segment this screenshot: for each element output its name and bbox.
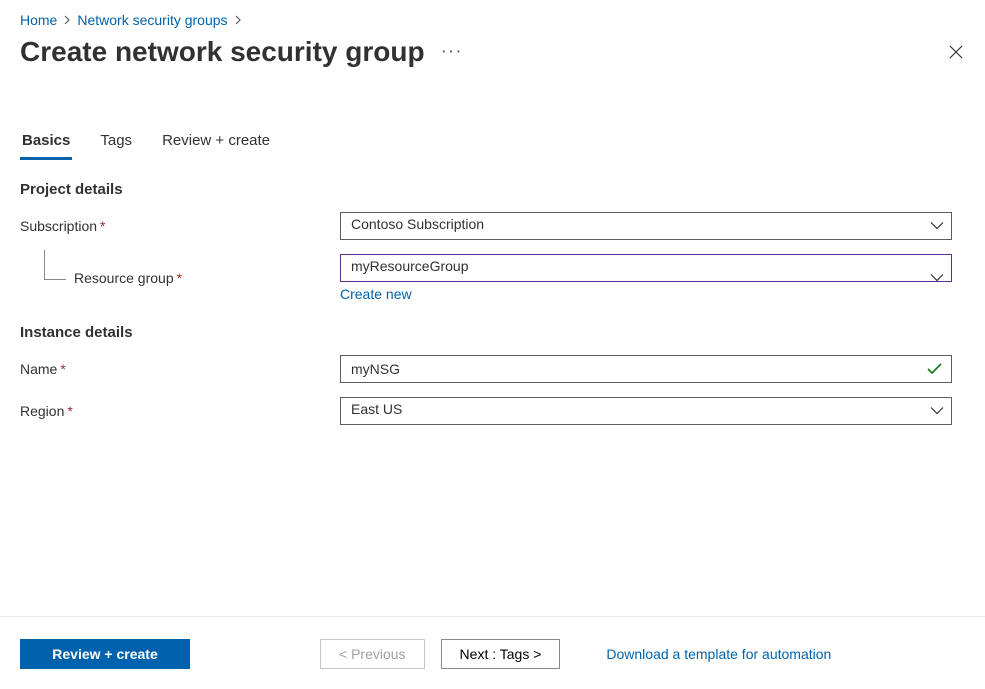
tab-tags[interactable]: Tags	[98, 124, 134, 159]
required-indicator: *	[60, 361, 65, 377]
section-title-instance: Instance details	[20, 324, 965, 341]
next-button[interactable]: Next : Tags >	[441, 639, 561, 669]
region-label: Region	[20, 403, 64, 419]
subscription-label: Subscription	[20, 218, 97, 234]
required-indicator: *	[67, 403, 72, 419]
download-template-link[interactable]: Download a template for automation	[606, 646, 831, 662]
required-indicator: *	[100, 218, 105, 234]
create-new-resource-group-link[interactable]: Create new	[340, 286, 412, 302]
review-create-button[interactable]: Review + create	[20, 639, 190, 669]
tabs: Basics Tags Review + create	[0, 124, 985, 159]
name-label: Name	[20, 361, 57, 377]
breadcrumb-nsg[interactable]: Network security groups	[77, 12, 227, 28]
row-resource-group: Resource group * myResourceGroup Create …	[20, 254, 965, 302]
chevron-right-icon	[63, 15, 71, 25]
subscription-select[interactable]: Contoso Subscription	[340, 212, 952, 240]
chevron-right-icon	[234, 15, 242, 25]
resource-group-label: Resource group	[74, 270, 174, 286]
row-subscription: Subscription * Contoso Subscription	[20, 212, 965, 240]
name-input[interactable]	[340, 355, 952, 383]
required-indicator: *	[177, 270, 182, 286]
tab-review-create[interactable]: Review + create	[160, 124, 272, 159]
row-region: Region * East US	[20, 397, 965, 425]
close-icon[interactable]	[947, 43, 965, 61]
footer: Review + create < Previous Next : Tags >…	[0, 616, 985, 689]
breadcrumb: Home Network security groups	[0, 0, 985, 32]
row-name: Name *	[20, 355, 965, 383]
resource-group-select[interactable]: myResourceGroup	[340, 254, 952, 282]
section-project-details: Project details Subscription * Contoso S…	[0, 181, 985, 302]
previous-button: < Previous	[320, 639, 425, 669]
tree-connector-icon	[44, 250, 66, 280]
page-title: Create network security group	[20, 36, 425, 68]
title-row: Create network security group ···	[0, 32, 985, 76]
section-title-project: Project details	[20, 181, 965, 198]
region-select[interactable]: East US	[340, 397, 952, 425]
section-instance-details: Instance details Name * Region * East US	[0, 324, 985, 425]
tab-basics[interactable]: Basics	[20, 124, 72, 159]
breadcrumb-home[interactable]: Home	[20, 12, 57, 28]
more-actions-icon[interactable]: ···	[441, 41, 463, 63]
